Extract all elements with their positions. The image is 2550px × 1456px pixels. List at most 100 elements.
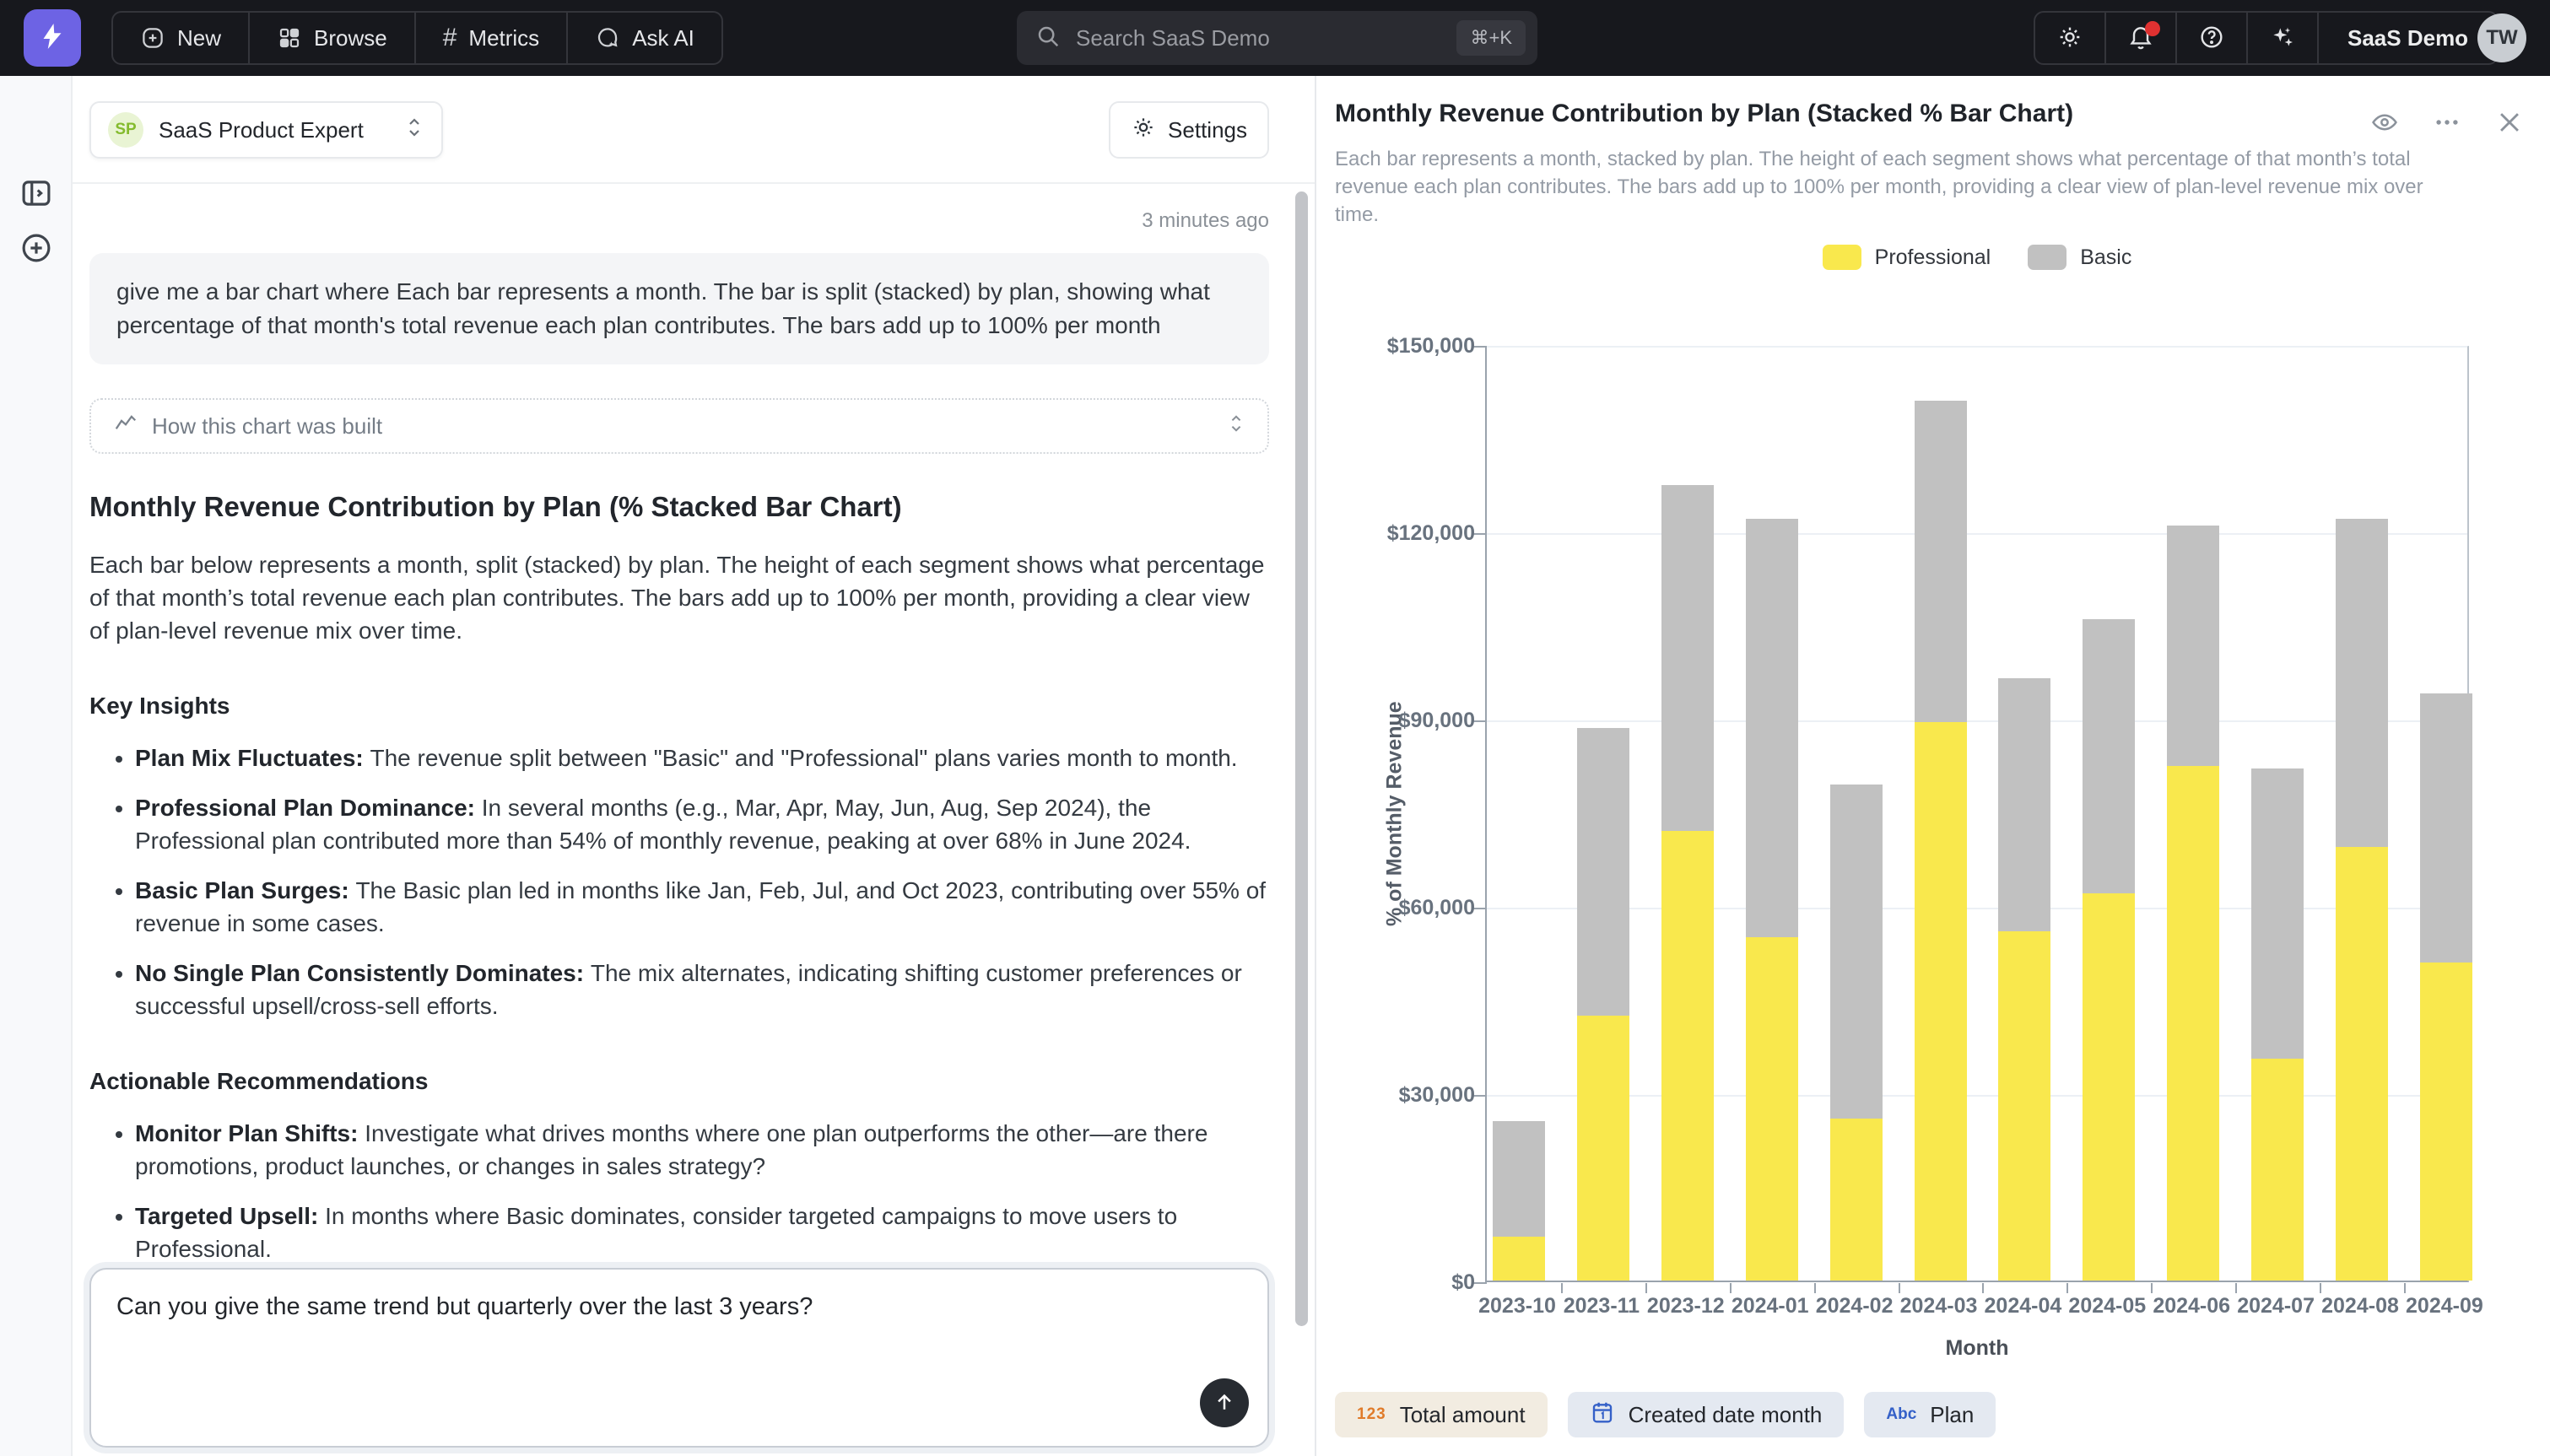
agent-name: SaaS Product Expert [159,117,364,143]
chart-panel-description: Each bar represents a month, stacked by … [1335,145,2457,229]
preview-eye-button[interactable] [2366,105,2403,142]
bullet-item: Monitor Plan Shifts: Investigate what dr… [135,1117,1269,1183]
chevron-updown-icon [404,116,424,145]
ask-ai-button-label: Ask AI [632,25,694,51]
x-axis-tick [2235,1283,2237,1293]
response-intro: Each bar below represents a month, split… [89,548,1269,647]
ask-ai-button[interactable]: Ask AI [568,13,721,63]
basic-bar-segment[interactable] [2420,693,2472,962]
basic-bar-segment[interactable] [1661,485,1714,832]
abc-icon: Abc [1886,1405,1916,1424]
new-button[interactable]: New [113,13,248,63]
app-logo[interactable] [24,9,81,67]
help-button[interactable] [2177,13,2246,63]
toggle-sidebar-button[interactable] [19,175,54,211]
browse-button[interactable]: Browse [250,13,414,63]
basic-bar-segment[interactable] [1746,519,1798,937]
x-axis-tick [1899,1283,1900,1293]
professional-bar-segment[interactable] [1915,722,1967,1281]
professional-bar-segment[interactable] [2420,963,2472,1281]
calendar-icon [1590,1399,1615,1431]
professional-bar-segment[interactable] [2167,766,2219,1281]
x-axis-tick [1561,1283,1563,1293]
how-chart-built-toggle[interactable]: How this chart was built [89,398,1269,454]
avatar-initials: TW [2486,26,2517,50]
x-axis-tick-label: 2024-09 [2385,1294,2504,1318]
basic-bar-segment[interactable] [1915,401,1967,722]
dimension-tag-created-date-month[interactable]: Created date month [1568,1392,1845,1437]
basic-bar-segment[interactable] [1830,785,1883,1119]
legend-item: Basic [2028,245,2131,270]
arrow-up-icon [1212,1389,1237,1417]
chat-sparkle-icon [595,25,620,51]
y-axis-tick [1473,1282,1487,1284]
metric-tag-total-amount[interactable]: 123 Total amount [1335,1392,1548,1437]
basic-bar-segment[interactable] [2167,526,2219,766]
agent-selector[interactable]: SP SaaS Product Expert [89,101,443,159]
chat-header: SP SaaS Product Expert Settings [73,76,1315,184]
x-axis-tick [2404,1283,2406,1293]
settings-gear-button[interactable] [2035,13,2104,63]
professional-bar-segment[interactable] [1661,831,1714,1281]
metrics-button[interactable]: # Metrics [416,13,566,63]
search-input[interactable]: Search SaaS Demo ⌘+K [1017,11,1537,65]
bullet-item: Plan Mix Fluctuates: The revenue split b… [135,741,1269,774]
notifications-button[interactable] [2106,13,2175,63]
professional-bar-segment[interactable] [1998,931,2050,1281]
professional-bar-segment[interactable] [1830,1119,1883,1281]
professional-bar-segment[interactable] [2336,847,2388,1281]
org-label: SaaS Demo [2347,25,2468,51]
basic-bar-segment[interactable] [2336,519,2388,847]
response-sections: Key Insights Plan Mix Fluctuates: The rev… [89,693,1269,1268]
legend-label: Professional [1875,245,1991,270]
org-switcher[interactable]: SaaS Demo [2319,13,2497,63]
gear-icon [2056,24,2083,53]
more-options-button[interactable] [2428,105,2466,142]
plus-circle-icon [19,256,54,268]
basic-bar-segment[interactable] [1493,1121,1545,1237]
y-axis-tick-label: $120,000 [1316,521,1475,546]
bullet-item: No Single Plan Consistently Dominates: T… [135,957,1269,1022]
new-thread-button[interactable] [19,230,54,266]
professional-bar-segment[interactable] [1577,1016,1629,1281]
legend-swatch [1823,245,1861,270]
ai-sparkles-button[interactable] [2248,13,2317,63]
message-timestamp: 3 minutes ago [89,209,1269,233]
y-axis-tick-label: $60,000 [1316,896,1475,920]
close-panel-button[interactable] [2491,105,2528,142]
x-axis-tick [2066,1283,2068,1293]
user-avatar[interactable]: TW [2477,13,2526,62]
settings-label: Settings [1168,117,1247,143]
plus-square-icon [140,25,165,51]
grid-icon [277,25,302,51]
section-heading: Key Insights [89,693,1269,720]
basic-bar-segment[interactable] [1577,728,1629,1015]
y-axis-tick [1473,720,1487,722]
dimension-tag-plan[interactable]: Abc Plan [1864,1392,1996,1437]
professional-bar-segment[interactable] [1493,1237,1545,1281]
basic-bar-segment[interactable] [2083,619,2135,894]
chart-panel-title: Monthly Revenue Contribution by Plan (St… [1335,100,2073,128]
basic-bar-segment[interactable] [2251,768,2304,1059]
message-input-value: Can you give the same trend but quarterl… [116,1290,1166,1324]
main-nav: New Browse # Metrics Ask AI [111,11,723,65]
y-axis-tick [1473,346,1487,348]
gridline [1487,533,2467,535]
y-axis-tick [1473,908,1487,909]
send-button[interactable] [1200,1378,1249,1427]
metrics-button-label: Metrics [468,25,539,51]
sparkles-icon [2269,24,2296,53]
message-input[interactable]: Can you give the same trend but quarterl… [89,1268,1269,1448]
professional-bar-segment[interactable] [2251,1059,2304,1281]
professional-bar-segment[interactable] [2083,893,2135,1281]
top-navbar: New Browse # Metrics Ask AI [0,0,2550,76]
bullet-item: Targeted Upsell: In months where Basic d… [135,1200,1269,1265]
x-axis-tick [1730,1283,1732,1293]
agent-settings-button[interactable]: Settings [1109,101,1269,159]
chat-scrollbar[interactable] [1295,191,1308,1326]
professional-bar-segment[interactable] [1746,937,1798,1281]
basic-bar-segment[interactable] [1998,678,2050,931]
x-axis-tick [1982,1283,1984,1293]
y-axis-title: % of Monthly Revenue [1379,346,1411,1282]
left-rail [0,76,73,1456]
